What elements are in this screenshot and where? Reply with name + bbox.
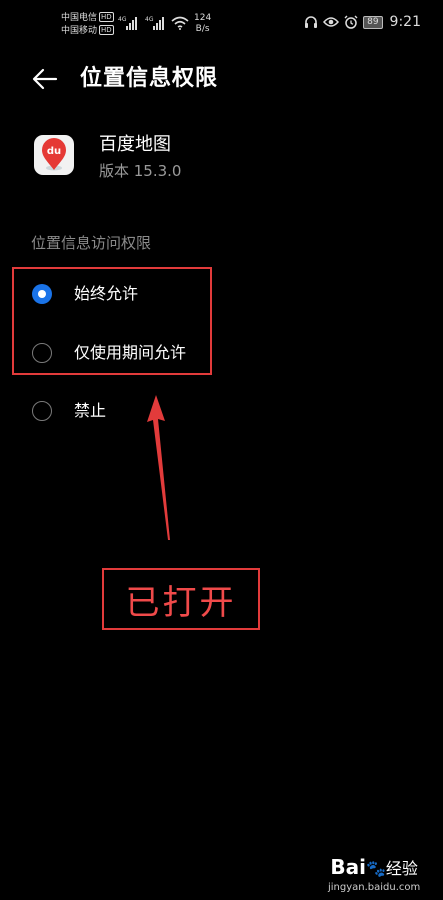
section-label: 位置信息访问权限 xyxy=(31,234,152,252)
status-time: 9:21 xyxy=(389,14,421,30)
app-icon-text: du xyxy=(47,146,61,157)
eye-comfort-icon xyxy=(323,17,340,27)
speed-value: 124 xyxy=(194,13,212,23)
signal-icon: 4G xyxy=(145,16,164,30)
carrier-info: 中国电信 HD 中国移动 HD xyxy=(61,12,114,38)
back-arrow-icon[interactable] xyxy=(32,67,58,91)
watermark-url: jingyan.baidu.com xyxy=(328,882,421,893)
app-version: 版本 15.3.0 xyxy=(99,162,182,180)
option-deny[interactable]: 禁止 xyxy=(32,397,106,425)
speed-unit: B/s xyxy=(195,24,210,34)
radio-unselected[interactable] xyxy=(32,401,52,421)
status-bar: 中国电信 HD 中国移动 HD 4G 4G 124 B/s 89 9:21 xyxy=(0,0,443,44)
watermark: Bai🐾经验 jingyan.baidu.com xyxy=(328,855,420,894)
annotation-arrow-icon xyxy=(147,395,170,540)
option-label: 禁止 xyxy=(74,401,107,420)
page-title: 位置信息权限 xyxy=(80,66,219,91)
hd-badge: HD xyxy=(99,12,114,22)
watermark-logo-suffix: 经验 xyxy=(385,859,418,878)
network-speed: 124 B/s xyxy=(194,13,211,35)
paw-icon: 🐾 xyxy=(365,859,386,878)
carrier-2: 中国移动 xyxy=(61,26,98,36)
status-icons: 89 9:21 xyxy=(304,12,421,32)
network-type: 4G xyxy=(145,16,154,23)
carrier-1: 中国电信 xyxy=(61,13,98,23)
baidu-maps-app-icon: du xyxy=(34,135,74,175)
map-pin-icon: du xyxy=(42,138,66,171)
signal-icon: 4G xyxy=(118,16,137,30)
hd-badge: HD xyxy=(99,25,114,35)
annotation-callout: 已打开 xyxy=(102,568,260,630)
callout-text: 已打开 xyxy=(125,582,237,623)
watermark-logo-text: Bai xyxy=(330,855,366,879)
network-type: 4G xyxy=(118,16,127,23)
headphones-icon xyxy=(305,16,318,28)
app-name: 百度地图 xyxy=(99,134,171,155)
watermark-logo: Bai🐾经验 xyxy=(328,855,420,881)
wifi-icon xyxy=(171,16,189,30)
annotation-highlight-box xyxy=(12,267,212,375)
battery-indicator: 89 xyxy=(363,15,383,29)
alarm-icon xyxy=(344,15,358,29)
